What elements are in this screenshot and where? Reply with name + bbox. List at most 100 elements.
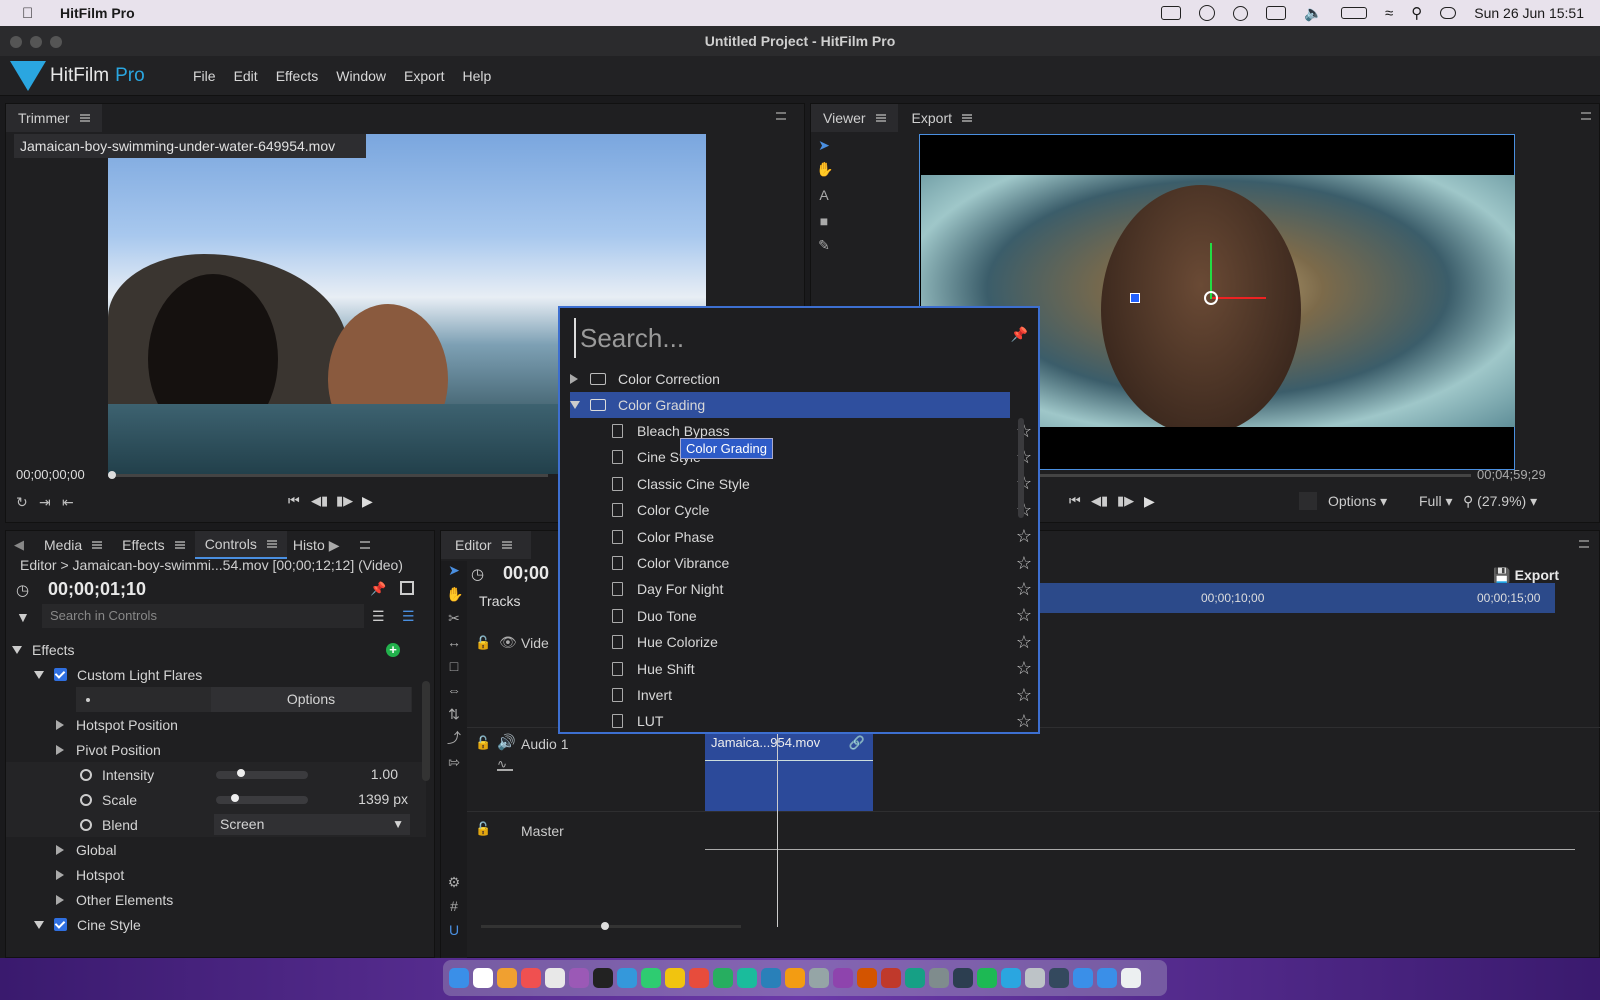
dock-app-icon[interactable] (689, 968, 709, 988)
dock-app-icon[interactable] (737, 968, 757, 988)
menu-window[interactable]: Window (336, 68, 386, 84)
tab-history[interactable]: Histo ▶ (287, 531, 346, 559)
tab-effects[interactable]: Effects (112, 531, 195, 559)
lock-icon[interactable]: 🔓 (475, 635, 491, 651)
dock-app-icon[interactable] (953, 968, 973, 988)
options-button[interactable]: Options (211, 687, 411, 712)
keyframe-toggle-icon[interactable] (80, 768, 92, 781)
trimmer-step-forward-icon[interactable]: ▮▶ (336, 493, 353, 509)
grid-snap-icon[interactable]: # (446, 899, 462, 913)
expand-arrow-icon[interactable] (56, 719, 64, 730)
effect-list-item[interactable]: Color Cycle☆ (570, 497, 1032, 523)
viewer-options-dropdown[interactable]: Options ▾ (1328, 493, 1387, 510)
slider-knob[interactable] (237, 769, 245, 777)
collapse-arrow-icon[interactable] (12, 645, 22, 654)
effect-list-item[interactable]: Cine Style☆ (570, 444, 1032, 470)
favorite-star-icon[interactable]: ☆ (1016, 579, 1032, 600)
pin-icon[interactable]: 📌 (370, 581, 386, 597)
visibility-eye-icon[interactable]: 👁 (499, 634, 517, 651)
favorite-star-icon[interactable]: ☆ (1016, 632, 1032, 653)
effect-list-item[interactable]: Day For Night ☆ (570, 576, 1032, 602)
intensity-slider[interactable] (216, 769, 308, 779)
collapse-arrow-icon[interactable] (570, 401, 580, 409)
add-effect-icon[interactable]: + (386, 643, 400, 657)
tabs-scroll-right-icon[interactable]: ▶ (329, 537, 340, 554)
trimmer-step-back-icon[interactable]: ◀▮ (311, 493, 328, 509)
keyframe-toggle-icon[interactable] (80, 818, 92, 831)
screen-record-icon[interactable] (1161, 6, 1182, 20)
editor-export-button[interactable]: 💾 Export (1493, 567, 1559, 584)
waveform-icon[interactable]: ∿ (497, 757, 513, 771)
panel-options-icon[interactable] (1579, 540, 1589, 548)
menu-file[interactable]: File (193, 68, 216, 84)
trimmer-go-start-icon[interactable]: ⏮ (288, 493, 300, 509)
effect-enabled-checkbox[interactable] (54, 918, 67, 931)
menu-export[interactable]: Export (404, 68, 444, 84)
speaker-icon[interactable]: 🔊 (497, 733, 516, 751)
detail-view-icon[interactable]: ☰ (402, 608, 415, 625)
insert-icon[interactable]: ⇥ (39, 494, 51, 511)
collapse-arrow-icon[interactable] (34, 670, 44, 679)
lock-icon[interactable]: 🔓 (475, 821, 491, 837)
timeline-zoom-bar[interactable] (481, 922, 741, 930)
lock-icon[interactable]: 🔓 (475, 735, 491, 751)
menu-help[interactable]: Help (463, 68, 492, 84)
hotspot-row[interactable]: Hotspot (6, 862, 426, 887)
viewer-quality-dropdown[interactable]: Full ▾ (1419, 493, 1452, 510)
split-view-icon[interactable] (400, 581, 414, 595)
expand-arrow-icon[interactable] (56, 894, 64, 905)
dock-app-icon[interactable] (1073, 968, 1093, 988)
panel-options-icon[interactable] (1581, 112, 1591, 120)
trimmer-timecode[interactable]: 00;00;00;00 (16, 467, 85, 482)
dock-app-icon[interactable] (449, 968, 469, 988)
tab-media[interactable]: Media (34, 531, 112, 559)
dock-app-icon[interactable] (881, 968, 901, 988)
viewer-play-icon[interactable]: ▶ (1144, 493, 1155, 510)
effects-group-row[interactable]: Effects + (6, 637, 426, 662)
tab-export[interactable]: Export (898, 104, 986, 132)
effect-list-item[interactable]: Color Vibrance ☆ (570, 550, 1032, 576)
zoom-window-button[interactable] (50, 36, 62, 48)
dock-app-icon[interactable] (809, 968, 829, 988)
list-view-icon[interactable]: ☰ (372, 608, 385, 625)
tab-trimmer[interactable]: Trimmer (6, 104, 102, 132)
dock-app-icon[interactable] (665, 968, 685, 988)
ripple-tool-icon[interactable]: ⇔ (446, 683, 462, 697)
effect-enabled-checkbox[interactable] (54, 668, 67, 681)
dock-app-icon[interactable] (929, 968, 949, 988)
controls-search-input[interactable]: Search in Controls (42, 604, 364, 628)
expand-arrow-icon[interactable] (56, 744, 64, 755)
tab-controls[interactable]: Controls (194, 531, 287, 559)
hotspot-position-row[interactable]: Hotspot Position (6, 712, 426, 737)
razor-tool-icon[interactable]: ✂ (446, 611, 462, 625)
dock-app-icon[interactable] (497, 968, 517, 988)
dock-app-icon[interactable] (1097, 968, 1117, 988)
apple-icon[interactable]:  (22, 5, 42, 22)
effects-search-input[interactable]: Search... (574, 318, 1014, 358)
menu-edit[interactable]: Edit (234, 68, 258, 84)
dock-app-icon[interactable] (977, 968, 997, 988)
popup-scrollbar[interactable] (1018, 418, 1024, 518)
spotlight-search-icon[interactable]: ⚲ (1411, 4, 1422, 22)
favorite-star-icon[interactable]: ☆ (1016, 605, 1032, 626)
tab-editor[interactable]: Editor (441, 531, 531, 559)
grid-toggle-icon[interactable] (1299, 492, 1317, 510)
effect-list-item[interactable]: Hue Colorize ☆ (570, 629, 1032, 655)
slider-knob[interactable] (231, 794, 240, 802)
viewer-go-start-icon[interactable]: ⏮ (1069, 493, 1081, 509)
timeline-ruler[interactable]: 00;00;10;00 00;00;15;00 (1021, 583, 1555, 613)
dock-app-icon[interactable] (833, 968, 853, 988)
play-icon[interactable] (1233, 5, 1249, 21)
folder-color-grading[interactable]: Color Grading (570, 392, 1010, 418)
effect-list-item[interactable]: Color Phase ☆ (570, 524, 1032, 550)
dock-app-icon[interactable] (521, 968, 541, 988)
viewer-step-back-icon[interactable]: ◀▮ (1091, 493, 1108, 509)
dock-app-icon[interactable] (1001, 968, 1021, 988)
control-center-icon[interactable] (1440, 7, 1457, 19)
trimmer-playhead[interactable] (108, 471, 116, 479)
menu-effects[interactable]: Effects (276, 68, 319, 84)
volume-icon[interactable]: 🔈 (1304, 4, 1323, 22)
expand-arrow-icon[interactable] (56, 869, 64, 880)
zoom-knob[interactable] (601, 922, 609, 930)
scale-slider[interactable] (216, 794, 308, 804)
